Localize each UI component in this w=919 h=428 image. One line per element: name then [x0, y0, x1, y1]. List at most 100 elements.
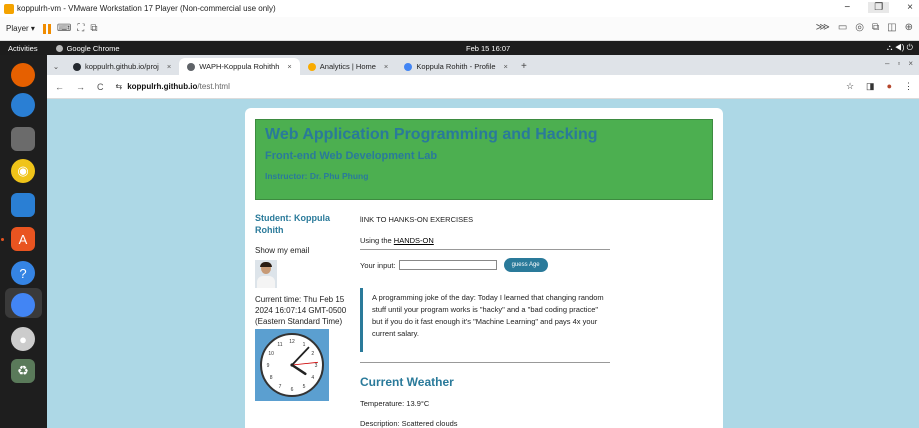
bookmark-star-icon[interactable]: ☆ [846, 81, 854, 92]
url-host: koppulrh.github.io [127, 82, 198, 91]
student-photo [255, 260, 277, 288]
trash-icon[interactable]: ♻ [11, 359, 35, 383]
close-button[interactable]: × [907, 2, 913, 13]
weather-description: Description: Scattered clouds [360, 419, 458, 428]
clock-numeral: 5 [303, 384, 306, 390]
globe-icon [187, 62, 196, 71]
device-icon[interactable]: ⧉ [872, 22, 879, 33]
files-icon[interactable] [11, 127, 35, 151]
exercises-heading: lINK TO HANKS-ON EXERCISES [360, 215, 474, 224]
clock-numeral: 9 [267, 363, 270, 369]
new-tab-button[interactable]: + [516, 58, 532, 75]
tab-search-button[interactable]: ⌄ [47, 58, 65, 75]
rhythmbox-icon[interactable]: ◉ [11, 159, 35, 183]
profile-avatar-icon[interactable]: ● [887, 81, 892, 92]
main-content: lINK TO HANKS-ON EXERCISES Using the HAN… [360, 212, 610, 428]
device-icon[interactable]: ⋙ [816, 22, 830, 33]
tab-github-project[interactable]: koppulrh.github.io/proj × [65, 58, 179, 75]
url-path: /test.html [197, 82, 230, 91]
clock-numeral: 1 [303, 342, 306, 348]
player-menu[interactable]: Player ▾ [6, 24, 35, 33]
firefox-icon[interactable] [11, 63, 35, 87]
writer-icon[interactable] [11, 193, 35, 217]
show-email-link[interactable]: Show my email [255, 246, 351, 255]
joke-blockquote: A programming joke of the day: Today I l… [360, 288, 610, 352]
temperature-text: Temperature: 13.9°C [360, 399, 430, 408]
page-title: Web Application Programming and Hacking [265, 126, 598, 143]
chrome-tab-strip: ⌄ koppulrh.github.io/proj × WAPH-Koppula… [47, 55, 919, 75]
fullscreen-icon[interactable]: ⛶ [77, 23, 84, 34]
unity-icon[interactable]: ⧉ [90, 23, 97, 34]
minimize-button[interactable]: − [844, 2, 850, 13]
input-label: Your input: [360, 260, 396, 270]
tab-close-icon[interactable]: × [287, 62, 291, 71]
tab-close-icon[interactable]: × [384, 62, 388, 71]
page-viewport: Web Application Programming and Hacking … [47, 99, 919, 428]
chrome-small-icon [55, 44, 63, 52]
clock-label[interactable]: Feb 15 16:07 [466, 44, 510, 53]
reload-icon[interactable]: C [97, 82, 104, 92]
page-subtitle: Front-end Web Development Lab [265, 150, 438, 162]
device-icon[interactable]: ⊕ [905, 22, 913, 33]
guess-age-button[interactable]: guess Age [503, 258, 548, 272]
chrome-icon[interactable] [11, 293, 35, 317]
divider [360, 362, 610, 363]
help-icon[interactable]: ? [11, 261, 35, 285]
hands-on-link[interactable]: HANDS-ON [394, 236, 434, 245]
window-buttons-chrome: – ▫ × [885, 59, 913, 68]
tab-label: WAPH-Koppula Rohithh [199, 62, 280, 71]
instructor-line: Instructor: Dr. Phu Phung [265, 171, 369, 181]
chrome-close-icon[interactable]: × [908, 59, 913, 68]
vmware-toolbar: Player ▾ ⌨ ⛶ ⧉ ⋙ ▭ ◎ ⧉ ◫ ⊕ [0, 17, 919, 41]
ubuntu-dock: ◉ A? ● ♻ [0, 55, 47, 428]
running-indicator [1, 238, 4, 241]
chrome-maximize-icon[interactable]: ▫ [897, 59, 900, 68]
device-icon[interactable]: ▭ [838, 22, 847, 33]
tab-label: Analytics | Home [319, 62, 376, 71]
chrome-minimize-icon[interactable]: – [885, 59, 889, 68]
analytics-icon [307, 62, 316, 71]
weather-heading: Current Weather [360, 375, 454, 389]
activities-button[interactable]: Activities [8, 44, 38, 53]
tab-profile[interactable]: Koppula Rohith - Profile × [396, 58, 516, 75]
user-input-field[interactable] [398, 260, 497, 270]
dvd-icon[interactable]: ● [11, 327, 35, 351]
forward-arrow-icon[interactable]: → [76, 82, 85, 92]
clock-numeral: 8 [270, 375, 273, 381]
current-time-text: Current time: Thu Feb 15 2024 16:07:14 G… [255, 295, 347, 326]
student-name: Student: Koppula Rohith [255, 213, 330, 235]
nav-buttons: ← → C [55, 82, 104, 92]
input-row: Your input: guess Age [360, 258, 610, 272]
tab-close-icon[interactable]: × [504, 62, 508, 71]
vm-device-tray: ⋙ ▭ ◎ ⧉ ◫ ⊕ [816, 22, 913, 33]
device-icon[interactable]: ◎ [855, 22, 864, 33]
side-panel-icon[interactable]: ◨ [866, 81, 875, 92]
tab-close-icon[interactable]: × [167, 62, 171, 71]
sidebar: Student: Koppula Rohith Show my email Cu… [255, 212, 351, 401]
device-icon[interactable]: ◫ [887, 22, 896, 33]
window-controls: − ❐ × [844, 2, 913, 13]
tab-analytics[interactable]: Analytics | Home × [300, 58, 397, 75]
url-field[interactable]: ⇆ koppulrh.github.io/test.html [116, 82, 230, 91]
vmware-logo-icon [4, 3, 14, 14]
clock-numeral: 10 [268, 351, 274, 357]
gnome-top-bar: Activities Google Chrome Feb 15 16:07 ⛬ … [0, 41, 919, 55]
back-arrow-icon[interactable]: ← [55, 82, 64, 92]
clock-numeral: 2 [311, 351, 314, 357]
maximize-button[interactable]: ❐ [868, 2, 890, 13]
analog-clock: 1 2 3 4 5 6 7 8 9 10 11 12 [255, 329, 329, 401]
site-info-icon[interactable]: ⇆ [116, 82, 123, 91]
pause-icon[interactable] [42, 23, 51, 34]
clock-numeral: 3 [315, 363, 318, 369]
divider [360, 249, 610, 250]
app-center-icon[interactable]: A [11, 227, 35, 251]
app-menu[interactable]: Google Chrome [55, 44, 120, 53]
chrome-address-bar: ← → C ⇆ koppulrh.github.io/test.html ☆ ◨… [47, 75, 919, 99]
tab-waph-active[interactable]: WAPH-Koppula Rohithh × [179, 58, 300, 75]
using-prefix: Using the [360, 236, 394, 245]
using-line: Using the HANDS-ON [360, 236, 610, 245]
thunderbird-icon[interactable] [11, 93, 35, 117]
chrome-menu-icon[interactable]: ⋮ [904, 81, 913, 92]
send-keys-icon[interactable]: ⌨ [57, 23, 71, 34]
system-tray[interactable]: ⛬ ◀) ⏻ [887, 43, 913, 53]
